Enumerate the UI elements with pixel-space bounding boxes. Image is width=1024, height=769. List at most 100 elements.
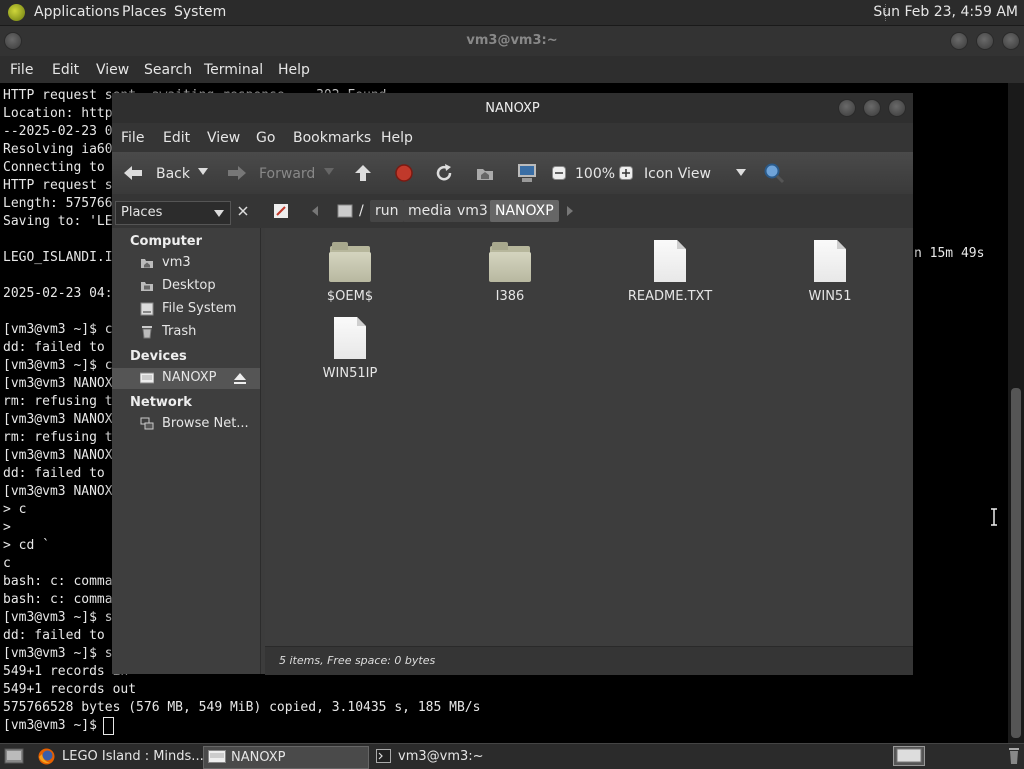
sidebar-item-desktop[interactable]: Desktop [138,276,260,297]
sidebar-item-label: Browse Net... [162,416,249,431]
document-icon [648,240,692,286]
task-label: vm3@vm3:~ [398,749,484,764]
back-history-dropdown-icon[interactable] [198,168,208,176]
sidebar-item-label: Desktop [162,278,216,293]
zoom-in-icon[interactable] [619,166,633,180]
edit-location-icon[interactable] [273,203,289,219]
task-firefox[interactable]: LEGO Island : Minds... [34,746,204,767]
workspace-switcher-icon[interactable] [893,746,925,766]
home-folder-icon[interactable] [475,163,495,183]
file-name: I386 [495,289,525,304]
menu-bookmarks[interactable]: Bookmarks [293,130,371,146]
sidebar-heading-network: Network [130,395,192,410]
task-nanoxp[interactable]: NANOXP [203,746,369,769]
menu-help[interactable]: Help [278,62,310,78]
menu-file[interactable]: File [10,62,33,78]
breadcrumb-left-arrow-icon[interactable] [312,206,318,216]
breadcrumb-right-arrow-icon[interactable] [567,206,573,216]
terminal-titlebar[interactable]: vm3@vm3:~ [0,26,1024,56]
file-item-readme[interactable]: README.TXT [610,240,730,304]
breadcrumb-nanoxp[interactable]: NANOXP [490,200,559,222]
maximize-button[interactable] [863,99,881,117]
menu-search[interactable]: Search [144,62,192,78]
close-button[interactable] [1002,32,1020,50]
stop-icon[interactable] [394,163,414,183]
breadcrumb-vm3[interactable]: vm3 [452,200,493,222]
menu-view[interactable]: View [207,130,240,146]
terminal-line: 549+1 records out [3,682,137,697]
zoom-out-icon[interactable] [552,166,566,180]
menu-edit[interactable]: Edit [163,130,190,146]
scrollbar-thumb[interactable] [1011,388,1021,738]
file-item-win51[interactable]: WIN51 [770,240,890,304]
location-bar: Places / run media vm3 NANOXP [112,194,913,228]
close-sidebar-icon[interactable] [238,206,248,216]
system-menu[interactable]: System [174,4,226,20]
eject-icon[interactable] [234,373,246,384]
file-icon-view[interactable]: $OEM$ I386 README.TXT WIN51 WIN51IP [265,228,913,646]
menu-view[interactable]: View [96,62,129,78]
sidebar-selector[interactable]: Places [115,201,231,225]
minimize-button[interactable] [950,32,968,50]
breadcrumb-root[interactable]: / [354,200,369,222]
sidebar-item-nanoxp[interactable]: NANOXP [112,368,260,389]
folder-icon [328,240,372,286]
menu-terminal[interactable]: Terminal [204,62,263,78]
folder-icon [488,240,532,286]
file-item-oem[interactable]: $OEM$ [290,240,410,304]
view-mode-select[interactable]: Icon View [644,166,711,182]
terminal-progress-fragment: n 15m 49s [914,246,985,261]
file-item-win51ip[interactable]: WIN51IP [290,317,410,381]
menu-file[interactable]: File [121,130,144,146]
file-item-i386[interactable]: I386 [450,240,570,304]
search-icon[interactable] [763,162,785,184]
terminal-menubar: File Edit View Search Terminal Help [0,56,1024,83]
back-button[interactable]: Back [156,166,190,182]
zoom-level[interactable]: 100% [575,166,615,182]
task-terminal[interactable]: vm3@vm3:~ [372,746,538,767]
sidebar-heading-computer: Computer [130,234,203,249]
status-bar: 5 items, Free space: 0 bytes [265,646,913,675]
trash-applet-icon[interactable] [1007,746,1021,766]
menu-go[interactable]: Go [256,130,275,146]
file-system-icon [140,302,154,316]
task-label: LEGO Island : Minds... [62,749,204,764]
forward-button: Forward [259,166,316,182]
show-desktop-icon[interactable] [4,748,24,764]
file-name: $OEM$ [326,289,374,304]
minimize-button[interactable] [838,99,856,117]
sidebar-item-vm3[interactable]: vm3 [138,253,260,274]
breadcrumb-run[interactable]: run [370,200,404,222]
places-sidebar: Computer vm3 Desktop File System Trash D… [112,228,261,674]
menu-help[interactable]: Help [381,130,413,146]
document-icon [808,240,852,286]
up-arrow-icon[interactable] [353,163,373,183]
sidebar-item-trash[interactable]: Trash [138,322,260,343]
sidebar-dropdown-icon[interactable] [214,210,224,217]
desktop-icon [141,282,153,291]
terminal-icon [376,749,391,763]
home-icon [141,259,153,268]
applications-menu[interactable]: Applications [34,4,120,20]
terminal-line: [vm3@vm3 ~]$ [3,718,105,733]
reload-icon[interactable] [434,163,454,183]
file-name: WIN51 [808,289,852,304]
sidebar-item-browse-network[interactable]: Browse Net... [138,414,260,435]
sidebar-item-file-system[interactable]: File System [138,299,260,320]
file-manager-titlebar[interactable]: NANOXP [112,93,913,123]
file-manager-toolbar: Back Forward 100% Icon View [112,152,913,194]
close-button[interactable] [888,99,906,117]
trash-icon [142,326,152,339]
back-arrow-icon[interactable] [122,164,144,182]
view-mode-dropdown-icon[interactable] [736,169,746,176]
gnome-menu-icon[interactable] [8,4,25,21]
computer-icon[interactable] [516,162,538,184]
bottom-panel: LEGO Island : Minds... NANOXP vm3@vm3:~ [0,743,1024,769]
breadcrumb-media[interactable]: media [403,200,457,222]
terminal-scrollbar[interactable] [1008,83,1024,743]
places-menu[interactable]: Places [122,4,167,20]
terminal-title: vm3@vm3:~ [466,33,558,48]
menu-edit[interactable]: Edit [52,62,79,78]
clock[interactable]: Sun Feb 23, 4:59 AM [873,4,1018,20]
maximize-button[interactable] [976,32,994,50]
